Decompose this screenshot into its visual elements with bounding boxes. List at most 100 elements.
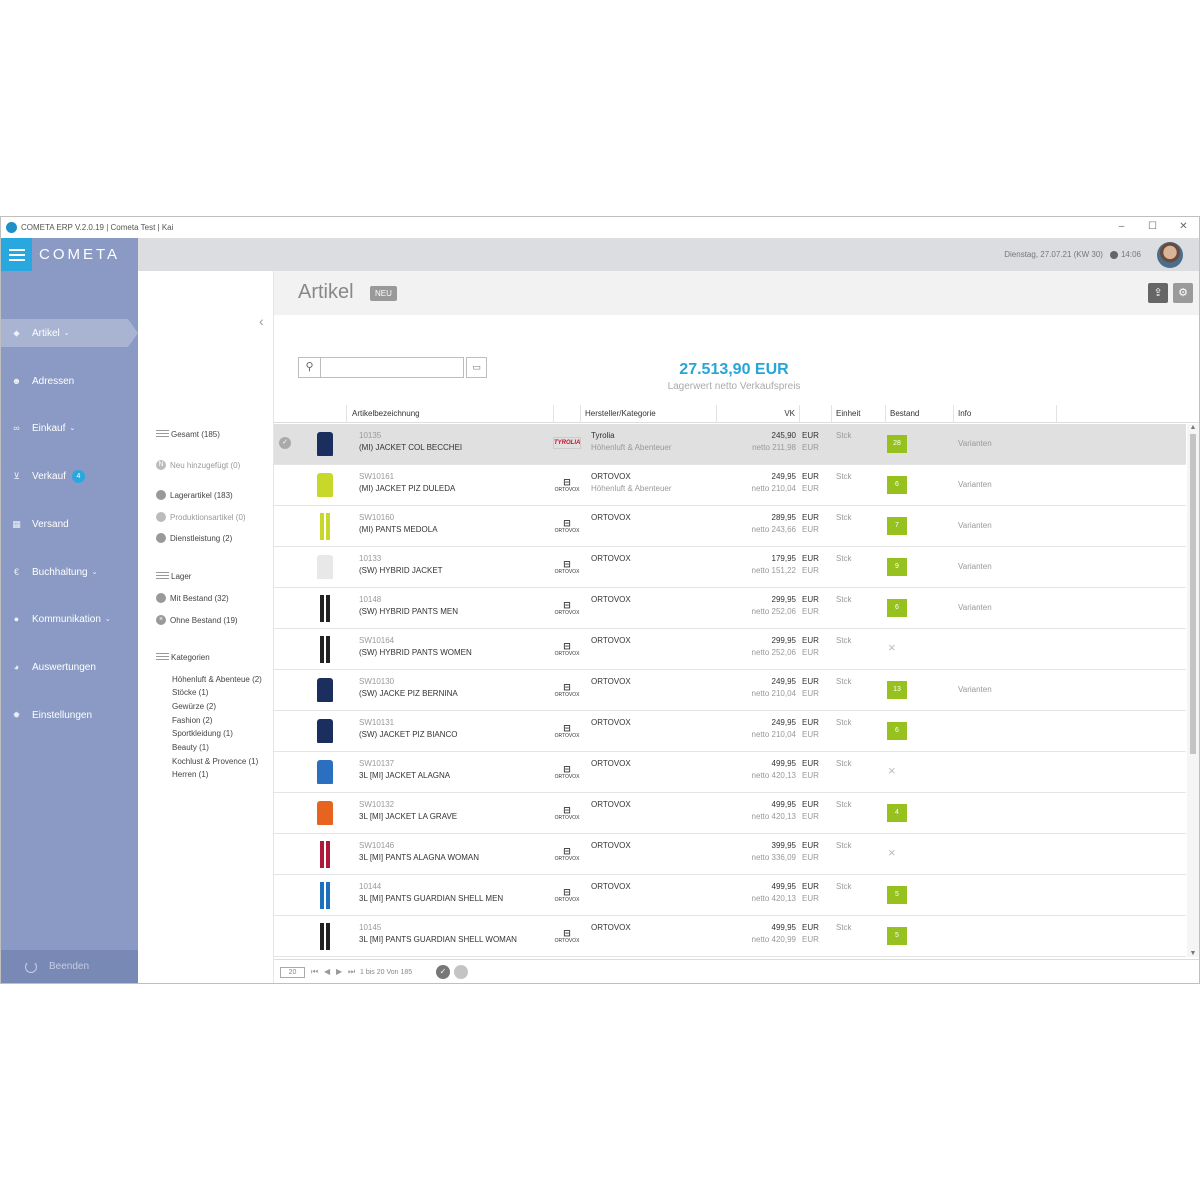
first-page-icon[interactable]: ⏮ — [311, 967, 318, 977]
article-name[interactable]: (SW) HYBRID PANTS MEN — [359, 607, 458, 616]
scrollbar-thumb[interactable] — [1190, 434, 1196, 754]
sidebar-item-label: Adressen — [32, 375, 75, 387]
filter-stock-article[interactable]: Lagerartikel (183) — [156, 490, 233, 500]
chevron-down-icon: ⌄ — [104, 616, 111, 623]
sidebar-item-label: Versand — [32, 518, 69, 530]
check-icon[interactable]: ✓ — [436, 965, 450, 979]
article-name[interactable]: (MI) JACKET PIZ DULEDA — [359, 484, 455, 493]
category-item[interactable]: Stöcke (1) — [172, 688, 208, 697]
table-row[interactable]: SW10131 (SW) JACKET PIZ BIANCO ⊟ ORTOVOX ORT… — [274, 711, 1186, 752]
filter-label: Lagerartikel (183) — [170, 490, 233, 500]
filter-production-article[interactable]: Produktionsartikel (0) — [156, 512, 246, 522]
filter-new-added[interactable]: N Neu hinzugefügt (0) — [156, 460, 240, 470]
price-netto: netto 252,06 — [751, 648, 796, 657]
filter-with-stock[interactable]: Mit Bestand (32) — [156, 593, 229, 603]
sidebar-item-artikel[interactable]: ⬥ Artikel ⌄ — [1, 319, 138, 347]
menu-icon[interactable] — [1, 238, 32, 271]
article-name[interactable]: (SW) JACKE PIZ BERNINA — [359, 689, 458, 698]
article-name[interactable]: (SW) HYBRID JACKET — [359, 566, 443, 575]
filter-service[interactable]: Dienstleistung (2) — [156, 533, 232, 543]
circle-icon[interactable] — [454, 965, 468, 979]
sidebar-item-versand[interactable]: ▦ Versand — [1, 510, 138, 538]
search-input[interactable]: ⚲ — [298, 357, 464, 378]
notification-badge: 4 — [71, 469, 85, 483]
previous-page-icon[interactable]: ◀ — [324, 967, 330, 976]
variants-link[interactable]: Varianten — [958, 685, 992, 694]
page-size-field[interactable]: 20 — [280, 967, 305, 978]
table-row[interactable]: SW10164 (SW) HYBRID PANTS WOMEN ⊟ ORTOVOX OR… — [274, 629, 1186, 670]
table-row[interactable]: SW10160 (MI) PANTS MEDOLA ⊟ ORTOVOX ORTOVOX 2… — [274, 506, 1186, 547]
sidebar-item-auswertungen[interactable]: ◕ Auswertungen — [1, 653, 138, 681]
new-button[interactable]: NEU — [370, 286, 397, 301]
article-name[interactable]: 3L [MI] PANTS GUARDIAN SHELL MEN — [359, 894, 503, 903]
selected-check-icon[interactable]: ✓ — [279, 437, 291, 449]
next-page-icon[interactable]: ▶ — [336, 967, 342, 976]
avatar[interactable] — [1157, 241, 1183, 268]
category-item[interactable]: Sportkleidung (1) — [172, 729, 233, 738]
export-icon[interactable]: ⇪ — [1148, 283, 1168, 303]
column-header-brand[interactable]: Hersteller/Kategorie — [581, 405, 717, 423]
folder-icon[interactable]: ▭ — [466, 357, 487, 378]
chevron-left-icon[interactable]: ‹ — [259, 313, 264, 329]
article-name[interactable]: 3L [MI] PANTS GUARDIAN SHELL WOMAN — [359, 935, 517, 944]
sidebar-item-einkauf[interactable]: ∞ Einkauf ⌄ — [1, 414, 138, 442]
table-row[interactable]: SW10130 (SW) JACKE PIZ BERNINA ⊟ ORTOVOX ORT… — [274, 670, 1186, 711]
table-row[interactable]: SW10161 (MI) JACKET PIZ DULEDA ⊟ ORTOVOX ORT… — [274, 465, 1186, 506]
table-row[interactable]: ✓ 10135 (MI) JACKET COL BECCHEI TYROLIA Tyro… — [274, 424, 1186, 465]
column-header-name[interactable]: Artikelbezeichnung — [348, 405, 554, 423]
table-row[interactable]: 10144 3L [MI] PANTS GUARDIAN SHELL MEN ⊟ OR… — [274, 875, 1186, 916]
table-row[interactable]: 10133 (SW) HYBRID JACKET ⊟ ORTOVOX ORTOVOX 17… — [274, 547, 1186, 588]
gear-icon[interactable]: ⚙ — [1173, 283, 1193, 303]
column-header-info[interactable]: Info — [954, 405, 1057, 423]
variants-link[interactable]: Varianten — [958, 521, 992, 530]
scrollbar[interactable]: ▲ ▼ — [1187, 424, 1199, 957]
sidebar-item-adressen[interactable]: ☻ Adressen — [1, 367, 138, 395]
scroll-up-icon[interactable]: ▲ — [1187, 424, 1199, 431]
sidebar-item-verkauf[interactable]: ⊻ Verkauf 4 — [1, 462, 138, 490]
variants-link[interactable]: Varianten — [958, 562, 992, 571]
column-header-unit[interactable]: Einheit — [832, 405, 886, 423]
filter-label: Lager — [171, 572, 192, 581]
table-row[interactable]: SW10132 3L [MI] JACKET LA GRAVE ⊟ ORTOVOX OR… — [274, 793, 1186, 834]
category-item[interactable]: Gewürze (2) — [172, 702, 216, 711]
table-row[interactable]: 10145 3L [MI] PANTS GUARDIAN SHELL WOMAN ⊟… — [274, 916, 1186, 957]
maximize-button[interactable]: ☐ — [1137, 217, 1168, 238]
article-name[interactable]: (MI) JACKET COL BECCHEI — [359, 443, 462, 452]
column-header-vk[interactable]: VK — [717, 405, 800, 423]
scroll-down-icon[interactable]: ▼ — [1187, 950, 1199, 957]
last-page-icon[interactable]: ⏭ — [348, 967, 355, 977]
column-header-stock[interactable]: Bestand — [886, 405, 954, 423]
article-name[interactable]: (SW) HYBRID PANTS WOMEN — [359, 648, 472, 657]
price-netto: netto 211,98 — [752, 443, 796, 452]
variants-link[interactable]: Varianten — [958, 439, 992, 448]
article-name[interactable]: 3L [MI] JACKET LA GRAVE — [359, 812, 457, 821]
table-row[interactable]: 10148 (SW) HYBRID PANTS MEN ⊟ ORTOVOX ORTOVO… — [274, 588, 1186, 629]
price-vk: 299,95 — [771, 636, 796, 645]
article-name[interactable]: (SW) JACKET PIZ BIANCO — [359, 730, 458, 739]
quit-button[interactable]: Beenden — [1, 950, 138, 983]
category-item[interactable]: Kochlust & Provence (1) — [172, 757, 258, 766]
unit: Stck — [836, 882, 852, 891]
category-item[interactable]: Fashion (2) — [172, 716, 212, 725]
table-row[interactable]: SW10146 3L [MI] PANTS ALAGNA WOMAN ⊟ ORTOVO… — [274, 834, 1186, 875]
category-item[interactable]: Herren (1) — [172, 770, 208, 779]
article-name[interactable]: 3L [MI] PANTS ALAGNA WOMAN — [359, 853, 479, 862]
sidebar-item-kommunikation[interactable]: ● Kommunikation ⌄ — [1, 605, 138, 633]
table-row[interactable]: SW10137 3L [MI] JACKET ALAGNA ⊟ ORTOVOX ORTO… — [274, 752, 1186, 793]
article-name[interactable]: 3L [MI] JACKET ALAGNA — [359, 771, 450, 780]
close-button[interactable]: ✕ — [1168, 217, 1199, 238]
filter-total[interactable]: Gesamt (185) — [156, 430, 220, 439]
category-item[interactable]: Beauty (1) — [172, 743, 209, 752]
filter-without-stock[interactable]: × Ohne Bestand (19) — [156, 615, 238, 625]
article-name[interactable]: (MI) PANTS MEDOLA — [359, 525, 438, 534]
sidebar-item-buchhaltung[interactable]: € Buchhaltung ⌄ — [1, 558, 138, 586]
variants-link[interactable]: Varianten — [958, 603, 992, 612]
category-item[interactable]: Höhenluft & Abenteue (2) — [172, 675, 262, 684]
window-controls: – ☐ ✕ — [1106, 217, 1199, 238]
minimize-button[interactable]: – — [1106, 217, 1137, 238]
power-icon — [25, 960, 37, 973]
sidebar-item-einstellungen[interactable]: ✹ Einstellungen — [1, 701, 138, 729]
article-number: 10144 — [359, 882, 382, 891]
variants-link[interactable]: Varianten — [958, 480, 992, 489]
currency: EUR — [802, 648, 819, 657]
